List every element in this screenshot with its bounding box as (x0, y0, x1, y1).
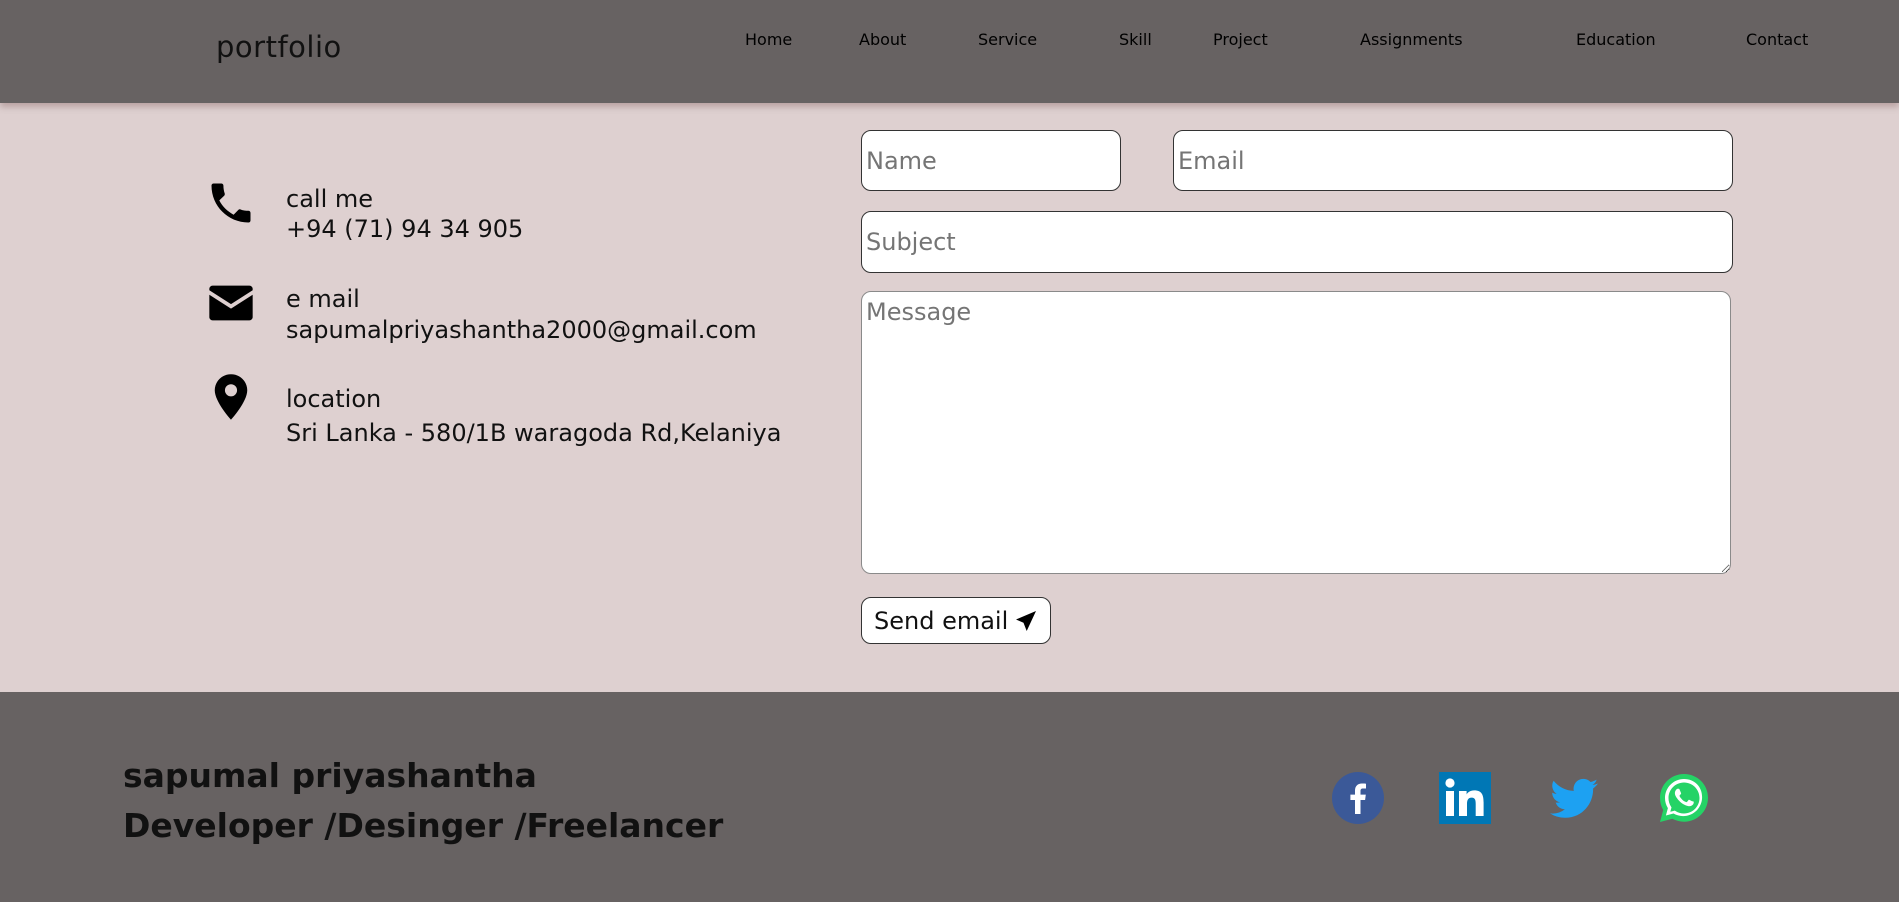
phone-value: +94 (71) 94 34 905 (286, 215, 524, 243)
nav-link-project[interactable]: Project (1213, 30, 1268, 49)
nav-link-skill[interactable]: Skill (1119, 30, 1152, 49)
nav-link-education[interactable]: Education (1576, 30, 1656, 49)
footer-name: sapumal priyashantha (123, 756, 537, 795)
subject-input[interactable] (861, 211, 1733, 273)
email-input[interactable] (1173, 130, 1733, 191)
envelope-icon (209, 285, 253, 321)
footer-role: Developer /Desinger /Freelancer (123, 806, 724, 845)
send-email-button[interactable]: Send email (861, 597, 1051, 644)
message-textarea[interactable] (861, 291, 1731, 574)
footer: sapumal priyashantha Developer /Desinger… (0, 692, 1899, 902)
phone-title: call me (286, 185, 374, 213)
brand-logo[interactable]: portfolio (216, 30, 342, 64)
location-title: location (286, 385, 382, 413)
linkedin-icon[interactable] (1439, 772, 1491, 824)
navbar: portfolio Home About Service Skill Proje… (0, 0, 1899, 103)
location-value: Sri Lanka - 580/1B waragoda Rd,Kelaniya (286, 419, 782, 447)
paper-plane-icon (1016, 611, 1036, 631)
email-value: sapumalpriyashantha2000@gmail.com (286, 316, 757, 344)
facebook-icon[interactable] (1332, 772, 1384, 824)
send-email-label: Send email (874, 606, 1009, 635)
whatsapp-icon[interactable] (1658, 772, 1710, 824)
nav-link-contact[interactable]: Contact (1746, 30, 1808, 49)
nav-link-home[interactable]: Home (745, 30, 792, 49)
twitter-icon[interactable] (1548, 772, 1600, 824)
phone-icon (211, 183, 251, 223)
nav-link-about[interactable]: About (859, 30, 906, 49)
name-input[interactable] (861, 130, 1121, 191)
nav-link-assignments[interactable]: Assignments (1360, 30, 1463, 49)
nav-link-service[interactable]: Service (978, 30, 1037, 49)
email-title: e mail (286, 285, 360, 313)
map-pin-icon (214, 374, 248, 420)
